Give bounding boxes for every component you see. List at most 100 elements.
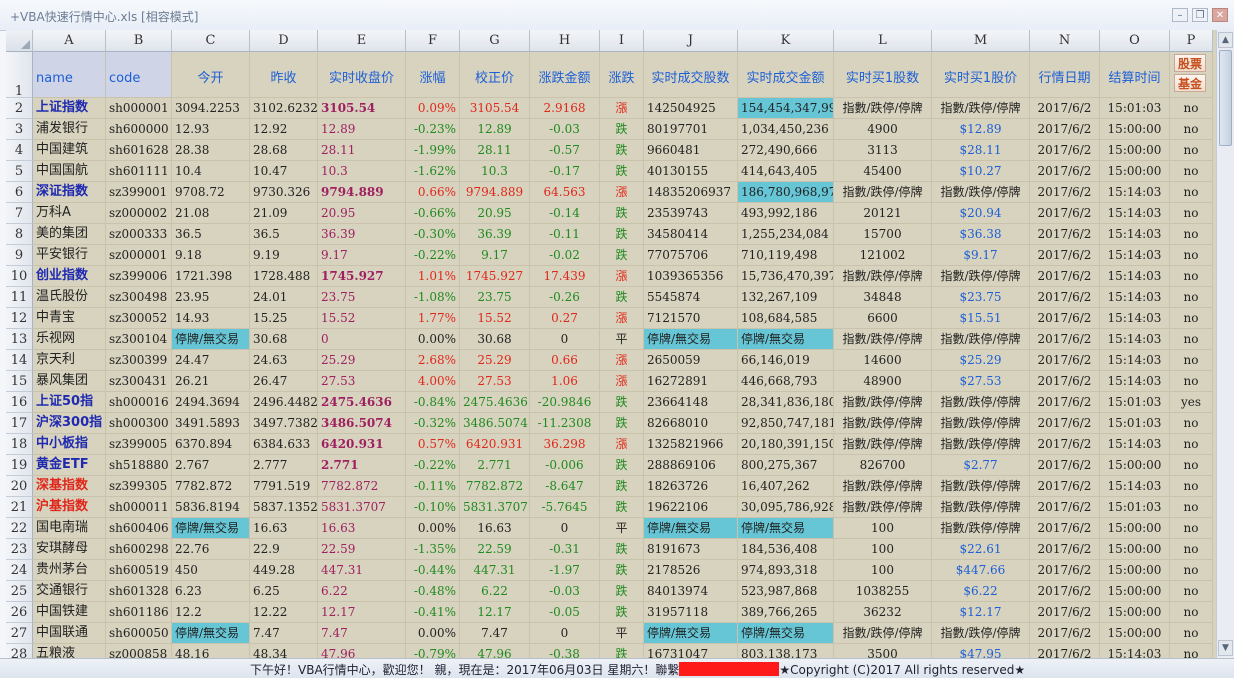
cell-n-18[interactable]: 2017/6/2 bbox=[1030, 434, 1100, 455]
cell-k-3[interactable]: 1,034,450,236 bbox=[738, 119, 834, 140]
cell-l-27[interactable]: 指數/跌停/停牌 bbox=[834, 623, 932, 644]
cell-g-5[interactable]: 10.3 bbox=[460, 161, 530, 182]
cell-f-17[interactable]: -0.32% bbox=[406, 413, 460, 434]
cell-g-22[interactable]: 16.63 bbox=[460, 518, 530, 539]
header-cell-b[interactable]: code bbox=[106, 52, 172, 98]
cell-e-11[interactable]: 23.75 bbox=[318, 287, 406, 308]
cell-o-6[interactable]: 15:14:03 bbox=[1100, 182, 1170, 203]
column-header-a[interactable]: A bbox=[33, 30, 106, 52]
cell-k-10[interactable]: 15,736,470,397 bbox=[738, 266, 834, 287]
cell-a-25[interactable]: 交通银行 bbox=[33, 581, 106, 602]
cell-k-6[interactable]: 186,780,968,978 bbox=[738, 182, 834, 203]
cell-b-12[interactable]: sz300052 bbox=[106, 308, 172, 329]
row-header-6[interactable]: 6 bbox=[6, 182, 33, 203]
cell-j-6[interactable]: 14835206937 bbox=[644, 182, 738, 203]
cell-f-20[interactable]: -0.11% bbox=[406, 476, 460, 497]
cell-n-15[interactable]: 2017/6/2 bbox=[1030, 371, 1100, 392]
cell-i-19[interactable]: 跌 bbox=[600, 455, 644, 476]
row-header-28[interactable]: 28 bbox=[6, 644, 33, 658]
cell-f-11[interactable]: -1.08% bbox=[406, 287, 460, 308]
cell-p-26[interactable]: no bbox=[1170, 602, 1213, 623]
cell-j-19[interactable]: 288869106 bbox=[644, 455, 738, 476]
cell-o-26[interactable]: 15:00:00 bbox=[1100, 602, 1170, 623]
cell-g-18[interactable]: 6420.931 bbox=[460, 434, 530, 455]
cell-n-16[interactable]: 2017/6/2 bbox=[1030, 392, 1100, 413]
cell-i-20[interactable]: 跌 bbox=[600, 476, 644, 497]
cell-e-24[interactable]: 447.31 bbox=[318, 560, 406, 581]
cell-a-13[interactable]: 乐视网 bbox=[33, 329, 106, 350]
cell-p-20[interactable]: no bbox=[1170, 476, 1213, 497]
cell-p-5[interactable]: no bbox=[1170, 161, 1213, 182]
cell-m-25[interactable]: $6.22 bbox=[932, 581, 1030, 602]
cell-e-22[interactable]: 16.63 bbox=[318, 518, 406, 539]
cell-j-9[interactable]: 77075706 bbox=[644, 245, 738, 266]
cell-i-4[interactable]: 跌 bbox=[600, 140, 644, 161]
cell-k-19[interactable]: 800,275,367 bbox=[738, 455, 834, 476]
cell-c-17[interactable]: 3491.5893 bbox=[172, 413, 250, 434]
cell-j-27[interactable]: 停牌/無交易 bbox=[644, 623, 738, 644]
cell-l-7[interactable]: 20121 bbox=[834, 203, 932, 224]
cell-j-15[interactable]: 16272891 bbox=[644, 371, 738, 392]
cell-e-28[interactable]: 47.96 bbox=[318, 644, 406, 658]
cell-a-15[interactable]: 暴风集团 bbox=[33, 371, 106, 392]
scrollbar-thumb[interactable] bbox=[1219, 50, 1232, 146]
cell-e-23[interactable]: 22.59 bbox=[318, 539, 406, 560]
cell-f-18[interactable]: 0.57% bbox=[406, 434, 460, 455]
column-header-c[interactable]: C bbox=[172, 30, 250, 52]
cell-o-9[interactable]: 15:14:03 bbox=[1100, 245, 1170, 266]
cell-m-21[interactable]: 指數/跌停/停牌 bbox=[932, 497, 1030, 518]
cell-m-5[interactable]: $10.27 bbox=[932, 161, 1030, 182]
cell-i-24[interactable]: 跌 bbox=[600, 560, 644, 581]
cell-p-8[interactable]: no bbox=[1170, 224, 1213, 245]
cell-p-28[interactable]: no bbox=[1170, 644, 1213, 658]
row-header-12[interactable]: 12 bbox=[6, 308, 33, 329]
cell-b-28[interactable]: sz000858 bbox=[106, 644, 172, 658]
cell-h-27[interactable]: 0 bbox=[530, 623, 600, 644]
cell-j-25[interactable]: 84013974 bbox=[644, 581, 738, 602]
cell-f-23[interactable]: -1.35% bbox=[406, 539, 460, 560]
header-cell-l[interactable]: 实时买1股数 bbox=[834, 52, 932, 98]
cell-h-21[interactable]: -5.7645 bbox=[530, 497, 600, 518]
cell-d-22[interactable]: 16.63 bbox=[250, 518, 318, 539]
cell-j-16[interactable]: 23664148 bbox=[644, 392, 738, 413]
cell-e-19[interactable]: 2.771 bbox=[318, 455, 406, 476]
cell-p-14[interactable]: no bbox=[1170, 350, 1213, 371]
row-header-8[interactable]: 8 bbox=[6, 224, 33, 245]
cell-p-24[interactable]: no bbox=[1170, 560, 1213, 581]
cell-h-25[interactable]: -0.03 bbox=[530, 581, 600, 602]
cell-d-7[interactable]: 21.09 bbox=[250, 203, 318, 224]
cell-f-2[interactable]: 0.09% bbox=[406, 98, 460, 119]
cell-j-4[interactable]: 9660481 bbox=[644, 140, 738, 161]
cell-n-13[interactable]: 2017/6/2 bbox=[1030, 329, 1100, 350]
cell-c-12[interactable]: 14.93 bbox=[172, 308, 250, 329]
cell-o-19[interactable]: 15:00:00 bbox=[1100, 455, 1170, 476]
cell-j-3[interactable]: 80197701 bbox=[644, 119, 738, 140]
cell-p-19[interactable]: no bbox=[1170, 455, 1213, 476]
cell-h-16[interactable]: -20.9846 bbox=[530, 392, 600, 413]
cell-g-21[interactable]: 5831.3707 bbox=[460, 497, 530, 518]
cell-m-27[interactable]: 指數/跌停/停牌 bbox=[932, 623, 1030, 644]
cell-p-25[interactable]: no bbox=[1170, 581, 1213, 602]
cell-g-7[interactable]: 20.95 bbox=[460, 203, 530, 224]
cell-c-2[interactable]: 3094.2253 bbox=[172, 98, 250, 119]
header-cell-n[interactable]: 行情日期 bbox=[1030, 52, 1100, 98]
cell-h-22[interactable]: 0 bbox=[530, 518, 600, 539]
cell-f-9[interactable]: -0.22% bbox=[406, 245, 460, 266]
cell-l-12[interactable]: 6600 bbox=[834, 308, 932, 329]
header-cell-m[interactable]: 实时买1股价 bbox=[932, 52, 1030, 98]
cell-g-15[interactable]: 27.53 bbox=[460, 371, 530, 392]
cell-e-17[interactable]: 3486.5074 bbox=[318, 413, 406, 434]
cell-j-14[interactable]: 2650059 bbox=[644, 350, 738, 371]
cell-f-25[interactable]: -0.48% bbox=[406, 581, 460, 602]
cell-f-8[interactable]: -0.30% bbox=[406, 224, 460, 245]
cell-j-10[interactable]: 1039365356 bbox=[644, 266, 738, 287]
cell-b-24[interactable]: sh600519 bbox=[106, 560, 172, 581]
cell-o-21[interactable]: 15:01:03 bbox=[1100, 497, 1170, 518]
cell-c-8[interactable]: 36.5 bbox=[172, 224, 250, 245]
cell-n-27[interactable]: 2017/6/2 bbox=[1030, 623, 1100, 644]
column-header-l[interactable]: L bbox=[834, 30, 932, 52]
cell-o-24[interactable]: 15:00:00 bbox=[1100, 560, 1170, 581]
cell-p-12[interactable]: no bbox=[1170, 308, 1213, 329]
cell-o-11[interactable]: 15:14:03 bbox=[1100, 287, 1170, 308]
header-cell-i[interactable]: 涨跌 bbox=[600, 52, 644, 98]
